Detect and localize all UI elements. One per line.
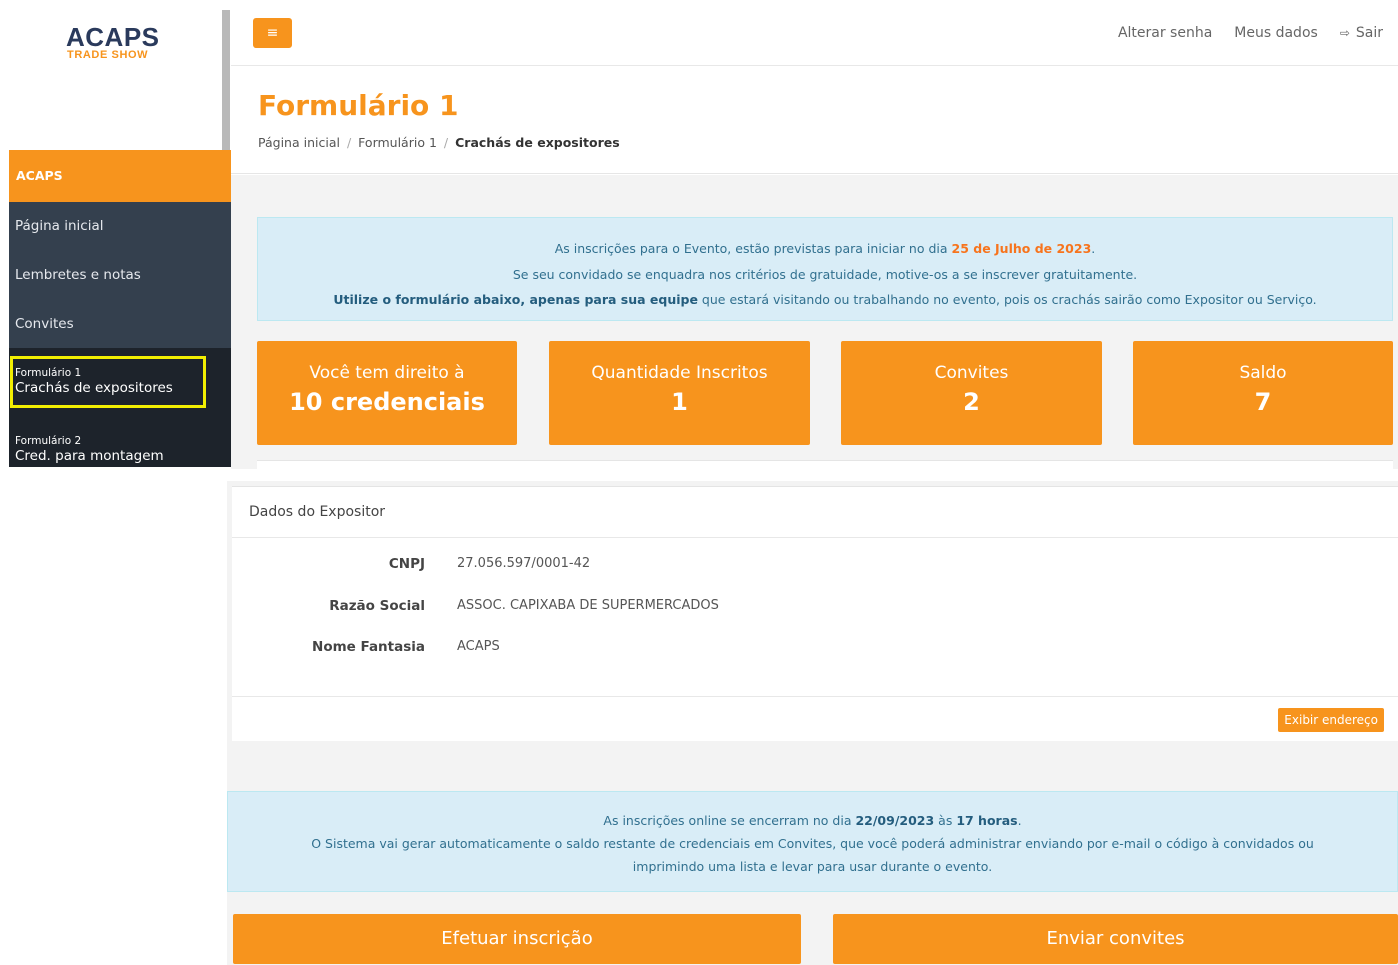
deadline-line-2: O Sistema vai gerar automaticamente o sa… [311, 836, 1314, 851]
menu-toggle-button[interactable]: ≡ [253, 18, 292, 48]
notice-line-2: Se seu convidado se enquadra nos critéri… [512, 266, 1138, 282]
sign-out-icon: ⇨ [1339, 26, 1350, 40]
breadcrumb-home[interactable]: Página inicial [258, 135, 340, 150]
notice-text: As inscrições online se encerram no dia [603, 813, 856, 828]
logout-link[interactable]: Sair [1356, 25, 1383, 41]
stat-label: Quantidade Inscritos [591, 363, 768, 383]
sidebar-item-invites[interactable]: Convites [9, 300, 231, 349]
form-2-label: Formulário 2 [15, 435, 82, 447]
exhibitor-panel: Dados do Expositor CNPJ 27.056.597/0001-… [232, 486, 1398, 741]
exhibitor-panel-title: Dados do Expositor [232, 487, 1398, 538]
field-label: Nome Fantasia [312, 639, 425, 655]
send-invites-button[interactable]: Enviar convites [833, 914, 1398, 964]
top-bar: ≡ Alterar senha Meus dados ⇨ Sair [231, 0, 1398, 66]
change-password-link[interactable]: Alterar senha [1118, 25, 1212, 41]
stat-registered: Quantidade Inscritos 1 [549, 341, 810, 445]
stat-entitled-credentials: Você tem direito à 10 credenciais [257, 341, 517, 445]
breadcrumb-separator: / [346, 135, 352, 150]
exhibitor-panel-footer: Exibir endereço [232, 696, 1398, 742]
page-title: Formulário 1 [258, 89, 459, 122]
start-date: 25 de Julho de 2023 [951, 241, 1092, 256]
logo-subtext: TRADE SHOW [67, 49, 149, 61]
notice-text: As inscrições para o Evento, estão previ… [554, 241, 952, 256]
selection-highlight [10, 356, 206, 408]
sidebar-header[interactable]: ACAPS [9, 150, 231, 202]
deadline-date: 22/09/2023 [855, 813, 935, 828]
my-data-link[interactable]: Meus dados [1234, 25, 1318, 41]
notice-text: que estará visitando ou trabalhando no e… [697, 292, 1317, 307]
deadline-time: 17 horas [956, 813, 1018, 828]
sidebar-item-form-2[interactable]: Formulário 2 Cred. para montagem [15, 434, 225, 465]
deadline-line-3: imprimindo uma lista e levar para usar d… [632, 859, 993, 874]
field-label: Razão Social [329, 598, 425, 614]
field-value: ACAPS [457, 639, 500, 654]
deadline-info-alert: As inscrições online se encerram no dia … [227, 791, 1398, 892]
stat-invites: Convites 2 [841, 341, 1102, 445]
notice-line-1: As inscrições para o Evento, estão previ… [258, 236, 1392, 262]
breadcrumb: Página inicial / Formulário 1 / Crachás de e… [258, 135, 620, 150]
field-value: 27.056.597/0001-42 [457, 556, 591, 571]
page-header: Formulário 1 Página inicial / Formulário 1… [231, 67, 1398, 174]
sidebar: ACAPS Página inicial Lembretes e notas C… [9, 150, 231, 467]
acaps-logo: ACAPS TRADE SHOW [66, 22, 160, 64]
notice-line-3: Utilize o formulário abaixo, apenas para… [258, 287, 1392, 313]
stat-value: 7 [1254, 388, 1272, 416]
notice-punct: . [1091, 241, 1096, 256]
breadcrumb-current: Crachás de expositores [455, 135, 620, 150]
stat-value: 2 [963, 388, 980, 416]
register-button[interactable]: Efetuar inscrição [233, 914, 801, 964]
form-2-title: Cred. para montagem [15, 448, 164, 464]
notice-emphasis: Utilize o formulário abaixo, apenas para… [333, 292, 698, 307]
logo-text: ACAPS [66, 22, 160, 52]
field-label: CNPJ [388, 556, 425, 572]
notice-punct: . [1017, 813, 1022, 828]
registration-info-alert: As inscrições para o Evento, estão previ… [257, 217, 1393, 321]
stat-label: Saldo [1239, 363, 1287, 383]
sidebar-item-home[interactable]: Página inicial [9, 202, 231, 251]
show-address-button[interactable]: Exibir endereço [1278, 708, 1384, 732]
sidebar-menu: Página inicial Lembretes e notas Convite… [9, 202, 231, 348]
stat-label: Você tem direito à [309, 363, 465, 383]
breadcrumb-form[interactable]: Formulário 1 [358, 135, 437, 150]
stat-balance: Saldo 7 [1133, 341, 1393, 445]
deadline-line-1: As inscrições online se encerram no dia … [228, 809, 1397, 832]
sidebar-item-reminders[interactable]: Lembretes e notas [9, 251, 231, 300]
stat-label: Convites [934, 363, 1009, 383]
notice-text: às [934, 813, 957, 828]
hamburger-icon: ≡ [266, 25, 279, 41]
breadcrumb-separator: / [443, 135, 449, 150]
field-value: ASSOC. CAPIXABA DE SUPERMERCADOS [457, 598, 719, 613]
top-links: Alterar senha Meus dados ⇨ Sair [1096, 25, 1383, 41]
content-divider [257, 460, 1393, 469]
stat-value: 1 [671, 388, 688, 416]
stat-value: 10 credenciais [289, 388, 485, 416]
